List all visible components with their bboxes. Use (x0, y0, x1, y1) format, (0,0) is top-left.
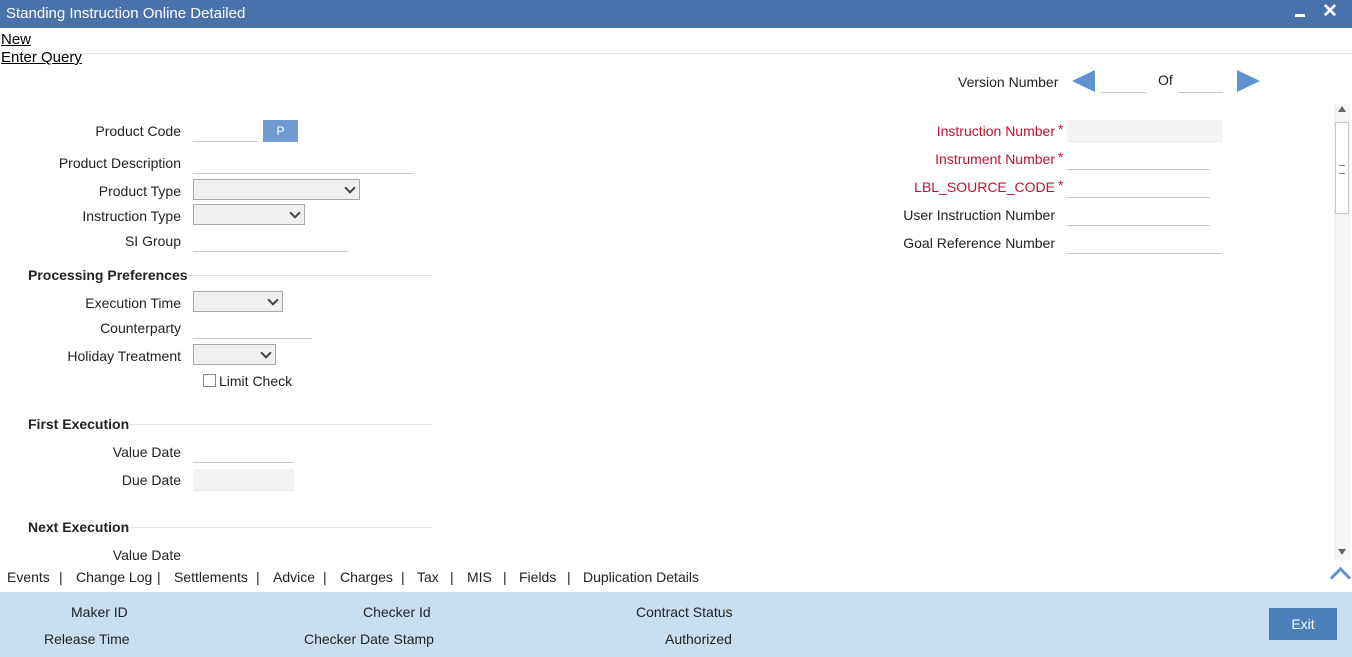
goal-reference-number-input[interactable] (1067, 232, 1222, 254)
audit-footer (0, 592, 1352, 657)
section-divider (183, 275, 432, 276)
tab-charges[interactable]: Charges (340, 569, 393, 585)
version-number-input[interactable] (1100, 71, 1146, 93)
tab-separator: | (157, 569, 161, 585)
scroll-down-icon[interactable] (1338, 549, 1346, 555)
instruction-number-label: Instruction Number (936, 123, 1055, 139)
new-link[interactable]: New (1, 31, 31, 48)
holiday-treatment-select[interactable] (193, 344, 276, 365)
si-group-label: SI Group (124, 233, 181, 249)
contract-status-label: Contract Status (636, 604, 733, 620)
version-total-input[interactable] (1178, 71, 1223, 93)
source-code-input[interactable] (1067, 176, 1210, 198)
chevron-down-icon (344, 182, 356, 194)
scroll-up-icon[interactable] (1338, 106, 1346, 112)
required-marker: * (1058, 149, 1064, 165)
maker-id-label: Maker ID (71, 604, 128, 620)
tab-advice[interactable]: Advice (273, 569, 315, 585)
first-value-date-input[interactable] (193, 441, 294, 463)
enter-query-link[interactable]: Enter Query (1, 49, 82, 66)
product-type-select[interactable] (193, 179, 360, 200)
chevron-down-icon (289, 207, 301, 219)
required-marker: * (1058, 121, 1064, 137)
section-divider (128, 424, 432, 425)
authorized-label: Authorized (665, 631, 732, 647)
chevron-down-icon (267, 294, 279, 306)
product-code-label: Product Code (95, 123, 181, 139)
tab-mis[interactable]: MIS (467, 569, 492, 585)
scrollbar-thumb[interactable] (1335, 122, 1349, 214)
tab-separator: | (401, 569, 405, 585)
checker-id-label: Checker Id (363, 604, 431, 620)
first-execution-heading: First Execution (28, 416, 130, 432)
processing-preferences-heading: Processing Preferences (28, 267, 188, 283)
product-type-label: Product Type (98, 183, 181, 199)
instrument-number-input[interactable] (1067, 148, 1210, 170)
limit-check-checkbox[interactable] (203, 374, 216, 387)
tab-tax[interactable]: Tax (417, 569, 439, 585)
instruction-type-select[interactable] (193, 204, 305, 225)
tab-separator: | (503, 569, 507, 585)
close-icon[interactable]: ✕ (1322, 0, 1338, 23)
instruction-type-label: Instruction Type (82, 208, 181, 224)
chevron-down-icon (260, 347, 272, 359)
next-execution-heading: Next Execution (28, 519, 130, 535)
tab-separator: | (450, 569, 454, 585)
due-date-input[interactable] (193, 469, 294, 491)
tab-settlements[interactable]: Settlements (174, 569, 248, 585)
instruction-number-input[interactable] (1067, 120, 1222, 142)
tab-separator: | (59, 569, 63, 585)
tab-separator: | (256, 569, 260, 585)
tab-strip: Events | Change Log | Settlements | Advi… (0, 562, 1352, 592)
exit-button[interactable]: Exit (1269, 608, 1337, 640)
tab-events[interactable]: Events (7, 569, 50, 585)
window-title: Standing Instruction Online Detailed (6, 5, 246, 22)
required-marker: * (1058, 177, 1064, 193)
holiday-treatment-label: Holiday Treatment (67, 348, 181, 364)
tab-duplication-details[interactable]: Duplication Details (583, 569, 699, 585)
chevron-up-icon[interactable] (1328, 564, 1352, 582)
goal-reference-number-label: Goal Reference Number (903, 235, 1055, 251)
due-date-label: Due Date (121, 472, 181, 488)
tab-separator: | (323, 569, 327, 585)
title-bar: Standing Instruction Online Detailed ✕ (0, 0, 1352, 28)
product-description-input[interactable] (193, 152, 413, 174)
execution-time-select[interactable] (193, 291, 283, 312)
source-code-label: LBL_SOURCE_CODE (914, 179, 1055, 195)
release-time-label: Release Time (44, 631, 130, 647)
minimize-icon[interactable] (1292, 2, 1308, 24)
tab-separator: | (567, 569, 571, 585)
version-of-label: Of (1158, 72, 1173, 88)
version-number-label: Version Number (958, 74, 1059, 90)
next-version-icon[interactable] (1237, 70, 1260, 92)
user-instruction-number-input[interactable] (1067, 204, 1210, 226)
tab-change-log[interactable]: Change Log (76, 569, 152, 585)
first-value-date-label: Value Date (112, 444, 181, 460)
user-instruction-number-label: User Instruction Number (903, 207, 1055, 223)
product-code-input[interactable] (193, 120, 258, 142)
section-divider (130, 527, 432, 528)
counterparty-label: Counterparty (100, 320, 181, 336)
previous-version-icon[interactable] (1072, 70, 1095, 92)
si-group-input[interactable] (193, 230, 348, 252)
limit-check-label: Limit Check (219, 373, 293, 389)
instrument-number-label: Instrument Number (935, 151, 1055, 167)
checker-date-stamp-label: Checker Date Stamp (304, 631, 434, 647)
next-value-date-label: Value Date (112, 547, 181, 563)
execution-time-label: Execution Time (85, 295, 181, 311)
counterparty-input[interactable] (193, 317, 312, 339)
product-description-label: Product Description (58, 155, 181, 171)
tab-fields[interactable]: Fields (519, 569, 556, 585)
product-lookup-button[interactable]: P (263, 120, 298, 142)
menu-bar (0, 28, 1352, 54)
